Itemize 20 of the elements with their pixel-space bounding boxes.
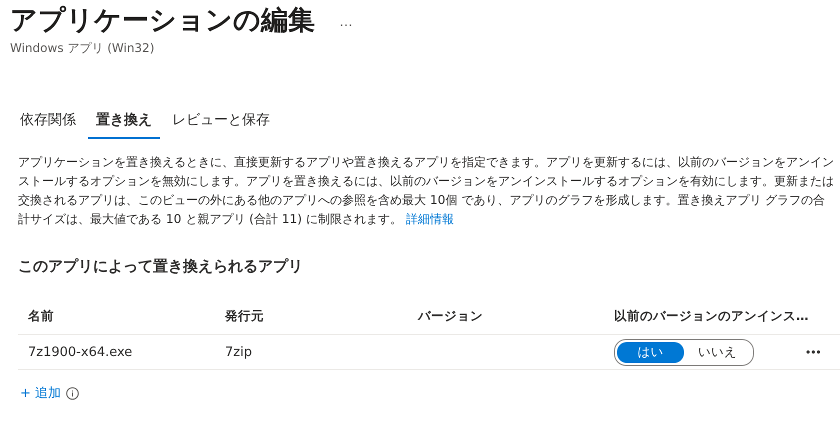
page-title: アプリケーションの編集 xyxy=(10,4,315,38)
tab[interactable]: 置き換え xyxy=(88,105,160,139)
tab[interactable]: 依存関係 xyxy=(12,105,84,139)
page-subtitle: Windows アプリ (Win32) xyxy=(10,40,156,57)
add-button[interactable]: + 追加 xyxy=(20,384,62,402)
tab[interactable]: レビューと保存 xyxy=(164,105,278,139)
more-button[interactable]: … xyxy=(335,13,357,29)
table-cell: 7z1900-x64.exe xyxy=(28,344,132,360)
toggle-option[interactable]: いいえ xyxy=(684,342,751,362)
learn-more-link[interactable]: 詳細情報 xyxy=(406,212,454,226)
column-header: 発行元 xyxy=(225,308,264,322)
column-header: 名前 xyxy=(28,308,54,322)
section-title: このアプリによって置き換えられるアプリ xyxy=(18,257,304,276)
table-cell: 7zip xyxy=(225,344,252,360)
column-header: バージョン xyxy=(418,308,483,322)
column-header: 以前のバージョンのアンインス… xyxy=(614,308,808,322)
description-text: アプリケーションを置き換えるときに、直接更新するアプリや置き換えるアプリを指定できます。アプリを更新するには、以前のバージョンをアンインストールするオプションを無効にします。アプリを置き換えるには、以前のバージョンをアンインストールするオプションを有効にします。更新または交換されるアプリは、このビューの外にある他のアプリへの参照を含め最大 10個 であり、アプリのグラフを形成します。置き換えアプリ グラフの合計サイズは、最大値である 10 と親アプリ (合計 11) に制限されます。 詳細情報 xyxy=(18,154,834,228)
row-more-button[interactable]: ••• xyxy=(806,344,822,358)
toggle-option[interactable]: はい xyxy=(617,342,684,362)
info-icon xyxy=(66,386,80,400)
